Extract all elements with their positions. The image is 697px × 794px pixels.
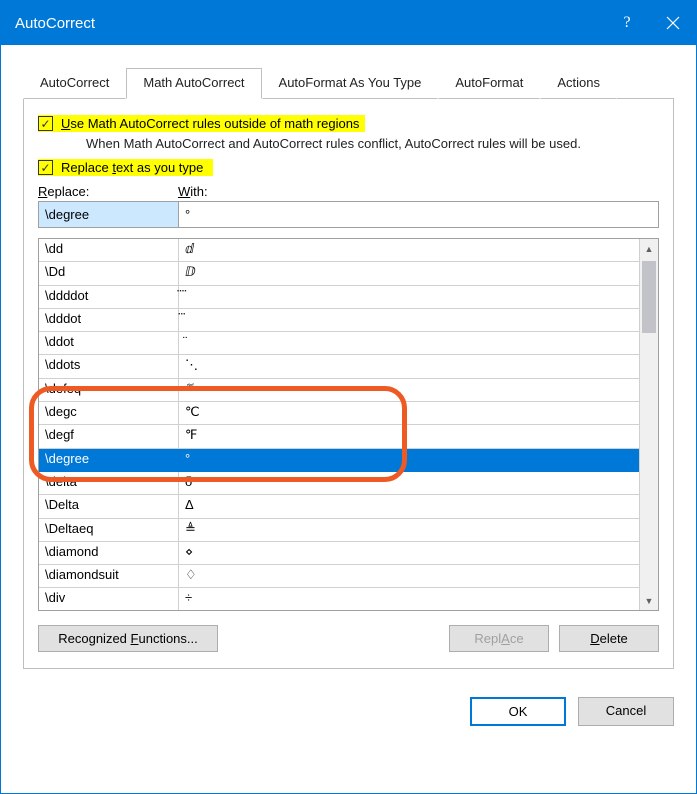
table-row[interactable]: \degc℃ bbox=[39, 402, 639, 425]
help-button[interactable]: ? bbox=[604, 1, 650, 45]
table-row[interactable]: \degf℉ bbox=[39, 425, 639, 448]
table-row[interactable]: \ddoẗ bbox=[39, 332, 639, 355]
scroll-down-icon[interactable]: ▼ bbox=[640, 591, 658, 610]
delete-button[interactable]: Delete bbox=[559, 625, 659, 652]
table-row[interactable]: \Ddⅅ bbox=[39, 262, 639, 285]
table-row[interactable]: \div÷ bbox=[39, 588, 639, 611]
cancel-button[interactable]: Cancel bbox=[578, 697, 674, 726]
autocorrect-list[interactable]: \ddⅆ\Ddⅅ\ddddot⃜\dddot⃛\ddoẗ\ddots⋱\def… bbox=[38, 238, 659, 611]
table-row[interactable]: \degree° bbox=[39, 449, 639, 472]
scroll-thumb[interactable] bbox=[642, 261, 656, 333]
checkbox-icon bbox=[38, 160, 53, 175]
input-row bbox=[38, 201, 659, 228]
replace-button[interactable]: ReplAce bbox=[449, 625, 549, 652]
tab-autocorrect[interactable]: AutoCorrect bbox=[23, 68, 126, 99]
tab-strip: AutoCorrect Math AutoCorrect AutoFormat … bbox=[23, 67, 674, 99]
table-row[interactable]: \deltaδ bbox=[39, 472, 639, 495]
close-button[interactable] bbox=[650, 1, 696, 45]
tab-math-autocorrect[interactable]: Math AutoCorrect bbox=[126, 68, 261, 99]
conflict-note: When Math AutoCorrect and AutoCorrect ru… bbox=[86, 136, 659, 151]
replace-label: Replace: bbox=[38, 184, 178, 199]
checkbox-use-outside-math[interactable]: Use Math AutoCorrect rules outside of ma… bbox=[38, 115, 659, 132]
table-row[interactable]: \ddddot⃜ bbox=[39, 286, 639, 309]
with-label: With: bbox=[178, 184, 659, 199]
replace-input[interactable] bbox=[39, 202, 179, 227]
titlebar: AutoCorrect ? bbox=[1, 1, 696, 45]
table-row[interactable]: \ddots⋱ bbox=[39, 355, 639, 378]
table-row[interactable]: \diamondsuit♢ bbox=[39, 565, 639, 588]
table-row[interactable]: \dddot⃛ bbox=[39, 309, 639, 332]
recognized-functions-button[interactable]: Recognized Functions... bbox=[38, 625, 218, 652]
table-row[interactable]: \DeltaΔ bbox=[39, 495, 639, 518]
table-row[interactable]: \ddⅆ bbox=[39, 239, 639, 262]
checkbox-icon bbox=[38, 116, 53, 131]
ok-button[interactable]: OK bbox=[470, 697, 566, 726]
tab-autoformat-as-you-type[interactable]: AutoFormat As You Type bbox=[262, 68, 439, 99]
tab-actions[interactable]: Actions bbox=[540, 68, 617, 99]
tab-autoformat[interactable]: AutoFormat bbox=[438, 68, 540, 99]
panel-buttons: Recognized Functions... ReplAce Delete bbox=[38, 625, 659, 652]
with-input[interactable] bbox=[179, 202, 658, 227]
field-headers: Replace: With: bbox=[38, 184, 659, 201]
dialog-buttons: OK Cancel bbox=[1, 683, 696, 744]
window-title: AutoCorrect bbox=[15, 15, 604, 32]
table-row[interactable]: \diamond⋄ bbox=[39, 542, 639, 565]
tab-panel: Use Math AutoCorrect rules outside of ma… bbox=[23, 99, 674, 669]
autocorrect-list-wrap: \ddⅆ\Ddⅅ\ddddot⃜\dddot⃛\ddoẗ\ddots⋱\def… bbox=[38, 238, 659, 611]
table-row[interactable]: \Deltaeq≜ bbox=[39, 519, 639, 542]
checkbox-replace-as-you-type[interactable]: Replace text as you type bbox=[38, 159, 659, 176]
table-row[interactable]: \defeq≝ bbox=[39, 379, 639, 402]
checkbox-label: Replace text as you type bbox=[61, 160, 203, 175]
scrollbar[interactable]: ▲ ▼ bbox=[639, 239, 658, 610]
checkbox-label: Use Math AutoCorrect rules outside of ma… bbox=[61, 116, 359, 131]
scroll-up-icon[interactable]: ▲ bbox=[640, 239, 658, 258]
